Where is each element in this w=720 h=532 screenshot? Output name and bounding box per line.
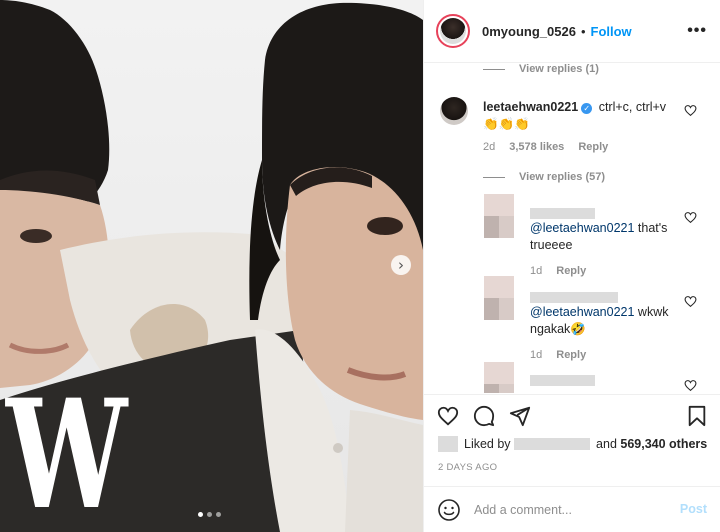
follow-button[interactable]: Follow [591,24,632,39]
comment-text: ctrl+c, ctrl+v [598,100,667,114]
carousel-indicator [198,512,221,517]
comments-list[interactable]: View replies (1) leetaehwan0221 ✓ ctrl+c,… [424,63,720,393]
view-replies-button[interactable]: View replies (57) [483,171,605,183]
commenter-avatar[interactable] [440,97,468,125]
likes-summary: Liked by and 569,340 others [438,436,707,452]
reply-mention[interactable]: @leetaehwan0221 [530,305,634,319]
share-send-icon[interactable] [509,405,531,427]
bookmark-save-icon[interactable] [686,405,708,427]
redacted-username [530,375,595,386]
liked-by-label: Liked by [464,437,511,451]
redacted-liker-username[interactable] [513,438,590,450]
header-separator: • [580,23,586,39]
view-replies-button[interactable]: View replies (1) [483,63,599,75]
author-avatar[interactable] [436,14,470,48]
post-timestamp[interactable]: 2 DAYS AGO [438,462,497,473]
divider-line [483,176,505,178]
view-replies-label: View replies (1) [519,63,599,75]
reply-mention[interactable]: @leetaehwan0221 [530,221,634,235]
post-side-panel: 0myoung_0526 • Follow ••• View replies (… [423,0,720,532]
post-header: 0myoung_0526 • Follow ••• [424,0,720,63]
others-likes-count[interactable]: 569,340 others [620,437,707,451]
reply-body: @leetaehwan0221 wkwk ngakak🤣 [530,304,680,338]
carousel-dot [207,512,212,517]
comment-time: 2d [483,141,496,153]
comment-likes-count[interactable]: 3,578 likes [509,141,564,153]
reply-button[interactable]: Reply [556,265,586,277]
redacted-username [530,292,618,303]
reply-time: 1d [530,265,543,277]
redacted-username [530,208,595,219]
reply-avatar[interactable] [484,194,514,238]
post-action-bar [424,394,720,434]
and-label: and [592,437,621,451]
reply-avatar[interactable] [484,276,514,320]
like-heart-icon[interactable] [437,405,459,427]
post-photo[interactable]: W › [0,0,423,532]
comment-like-heart-icon[interactable] [684,104,697,117]
comment-emoji: 👏👏👏 [483,117,530,131]
comment-input[interactable] [474,502,674,517]
comment-meta: 2d 3,578 likes Reply [483,141,608,153]
divider-line [483,68,505,70]
more-options-icon[interactable]: ••• [687,22,707,40]
carousel-next-button[interactable]: › [391,255,411,275]
author-username[interactable]: 0myoung_0526 [482,24,576,39]
reply-body: @leetaehwan0221 that's trueeee [530,220,680,254]
commenter-username[interactable]: leetaehwan0221 [483,100,578,114]
reply-time: 1d [530,349,543,361]
comment-composer: Post [424,486,720,532]
post-comment-button[interactable]: Post [680,502,707,516]
carousel-dot [198,512,203,517]
reply-meta: 1d Reply [530,265,586,277]
reply-like-heart-icon[interactable] [684,295,697,308]
reply-avatar[interactable] [484,362,514,393]
reply-like-heart-icon[interactable] [684,379,697,392]
reply-button[interactable]: Reply [578,141,608,153]
reply-like-heart-icon[interactable] [684,211,697,224]
verified-badge-icon: ✓ [581,103,593,114]
carousel-dot [216,512,221,517]
chevron-right-icon: › [398,255,404,274]
magazine-logo: W [6,367,127,532]
emoji-smiley-icon[interactable] [437,498,461,522]
liker-avatar[interactable] [438,436,458,452]
reply-meta: 1d Reply [530,349,586,361]
avatar-image [440,18,466,44]
comment-bubble-icon[interactable] [473,405,495,427]
view-replies-label: View replies (57) [519,171,606,183]
comment-body: leetaehwan0221 ✓ ctrl+c, ctrl+v 👏👏👏 [483,99,683,133]
reply-button[interactable]: Reply [556,349,586,361]
